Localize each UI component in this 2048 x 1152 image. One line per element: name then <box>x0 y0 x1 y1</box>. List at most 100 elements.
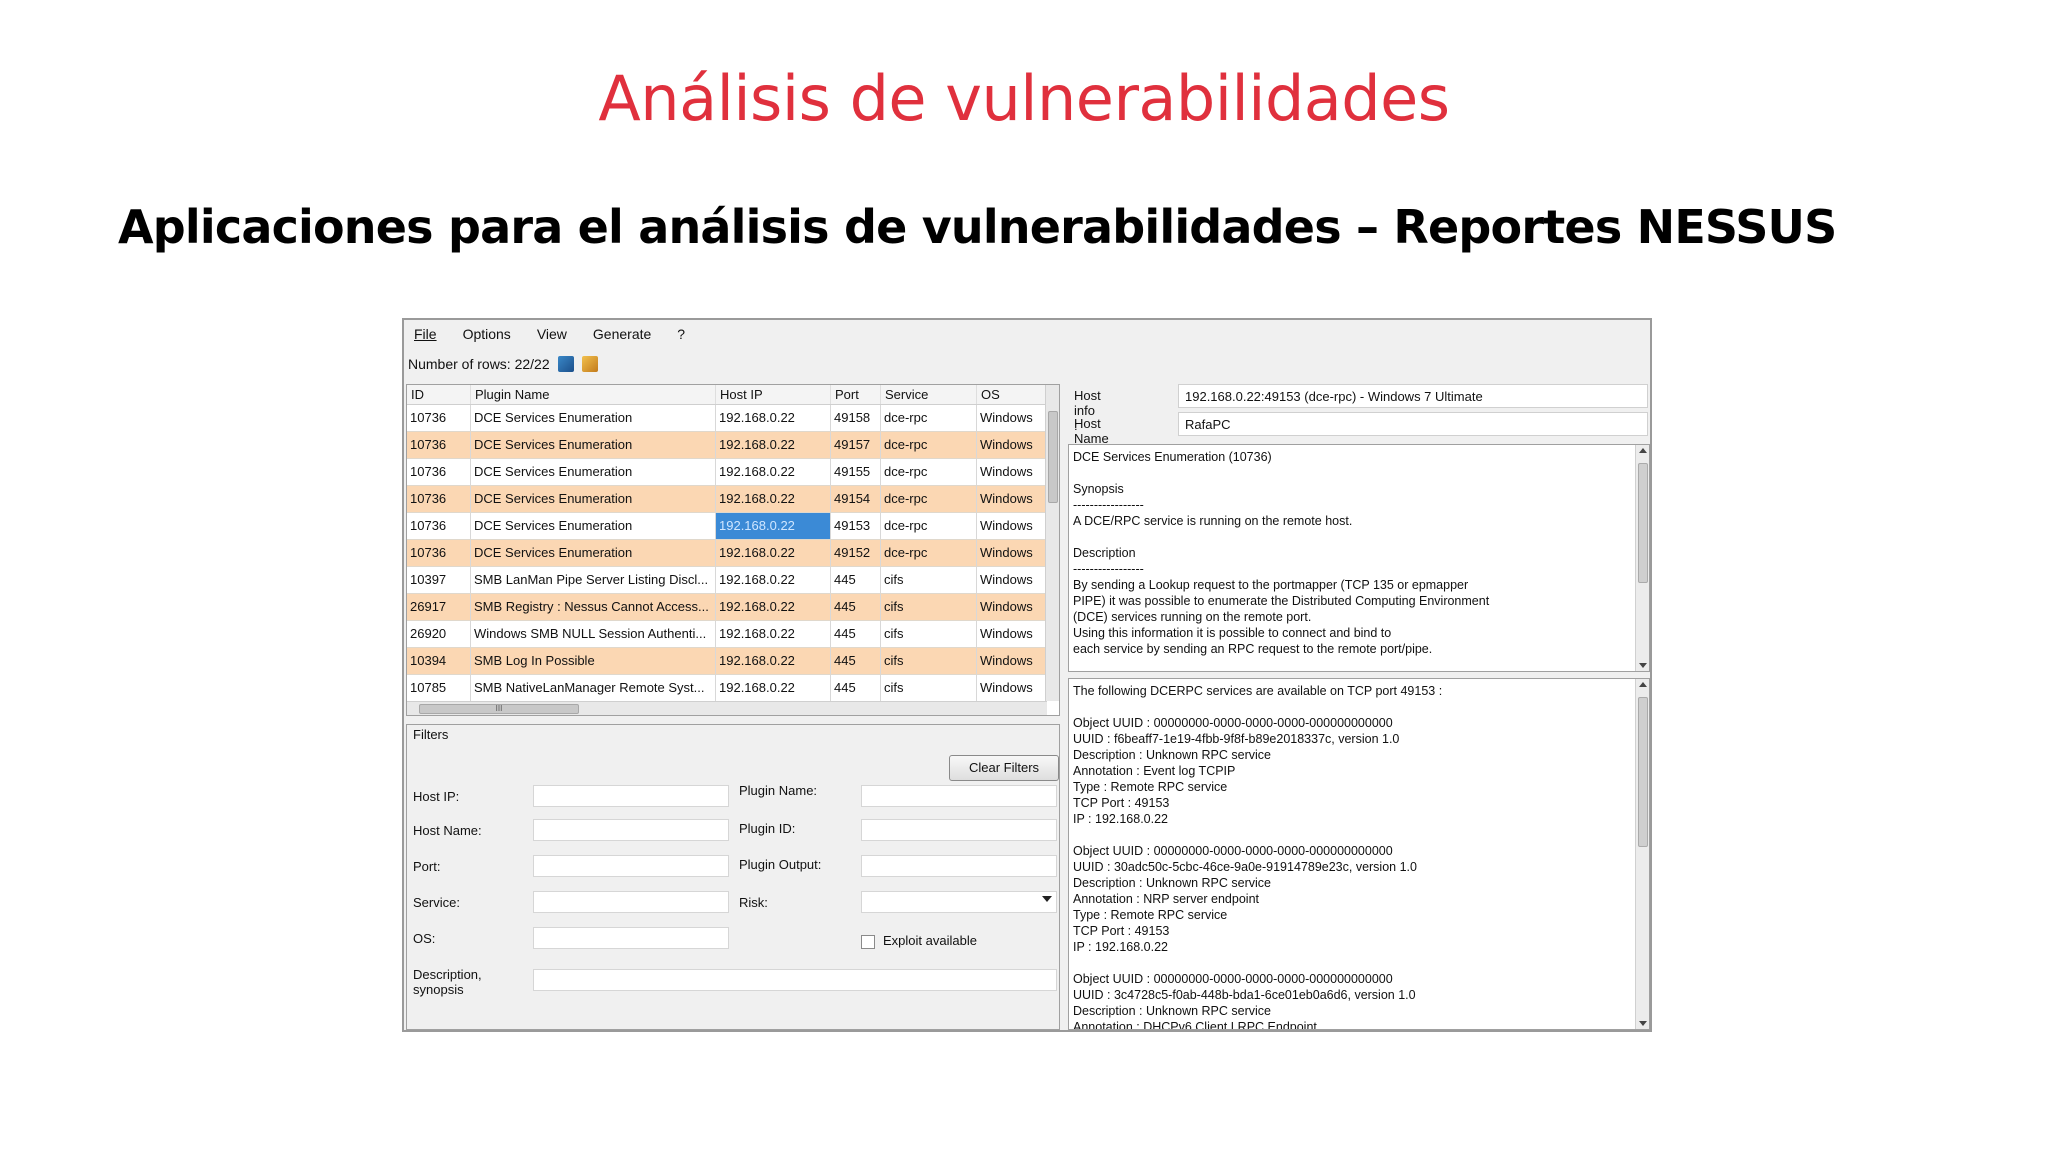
cell-service[interactable]: cifs <box>881 594 977 620</box>
cell-id[interactable]: 26920 <box>407 621 471 647</box>
cell-id[interactable]: 10736 <box>407 432 471 458</box>
cell-port[interactable]: 445 <box>831 621 881 647</box>
column-header-os[interactable]: OS <box>977 385 1047 404</box>
cell-host-ip[interactable]: 192.168.0.22 <box>716 675 831 701</box>
cell-plugin-name[interactable]: Windows SMB NULL Session Authenti... <box>471 621 716 647</box>
column-header-id[interactable]: ID <box>407 385 471 404</box>
port-input[interactable] <box>533 855 729 877</box>
cell-plugin-name[interactable]: DCE Services Enumeration <box>471 540 716 566</box>
table-row[interactable]: 10736 DCE Services Enumeration 192.168.0.2… <box>407 513 1047 540</box>
plugin-description-pane[interactable]: DCE Services Enumeration (10736) Synopsi… <box>1068 444 1650 672</box>
cell-id[interactable]: 10785 <box>407 675 471 701</box>
host-ip-input[interactable] <box>533 785 729 807</box>
column-header-plugin-name[interactable]: Plugin Name <box>471 385 716 404</box>
cell-service[interactable]: cifs <box>881 621 977 647</box>
cell-os[interactable]: Windows <box>977 567 1047 593</box>
cell-host-ip[interactable]: 192.168.0.22 <box>716 594 831 620</box>
menu-file[interactable]: File <box>412 326 439 346</box>
cell-host-ip[interactable]: 192.168.0.22 <box>716 459 831 485</box>
cell-port[interactable]: 49154 <box>831 486 881 512</box>
grid-vertical-scroll-thumb[interactable] <box>1048 411 1058 503</box>
cell-port[interactable]: 49155 <box>831 459 881 485</box>
cell-plugin-name[interactable]: SMB Log In Possible <box>471 648 716 674</box>
table-row[interactable]: 10736 DCE Services Enumeration 192.168.0.2… <box>407 405 1047 432</box>
column-header-port[interactable]: Port <box>831 385 881 404</box>
menu-options[interactable]: Options <box>461 326 513 346</box>
cell-plugin-name[interactable]: DCE Services Enumeration <box>471 486 716 512</box>
cell-plugin-name[interactable]: DCE Services Enumeration <box>471 459 716 485</box>
plugin-output-input[interactable] <box>861 855 1057 877</box>
cell-plugin-name[interactable]: DCE Services Enumeration <box>471 405 716 431</box>
output-scroll-thumb[interactable] <box>1638 697 1648 847</box>
table-row[interactable]: 10397 SMB LanMan Pipe Server Listing Disc… <box>407 567 1047 594</box>
grid-horizontal-scroll-thumb[interactable]: III <box>419 704 579 714</box>
scroll-down-icon[interactable] <box>1639 663 1647 668</box>
cell-plugin-name[interactable]: SMB NativeLanManager Remote Syst... <box>471 675 716 701</box>
menu-view[interactable]: View <box>535 326 569 346</box>
grid-horizontal-scrollbar[interactable]: III <box>407 701 1047 715</box>
output-scrollbar[interactable] <box>1635 679 1649 1029</box>
cell-host-ip[interactable]: 192.168.0.22 <box>716 621 831 647</box>
cell-port[interactable]: 49158 <box>831 405 881 431</box>
cell-service[interactable]: cifs <box>881 675 977 701</box>
exploit-available-checkbox[interactable] <box>861 935 875 949</box>
cell-plugin-name[interactable]: SMB Registry : Nessus Cannot Access... <box>471 594 716 620</box>
cell-service[interactable]: dce-rpc <box>881 513 977 539</box>
cell-service[interactable]: dce-rpc <box>881 432 977 458</box>
cell-id[interactable]: 10736 <box>407 540 471 566</box>
table-row[interactable]: 10394 SMB Log In Possible 192.168.0.22 445 c… <box>407 648 1047 675</box>
table-row[interactable]: 26920 Windows SMB NULL Session Authenti..… <box>407 621 1047 648</box>
scroll-up-icon[interactable] <box>1639 448 1647 453</box>
clear-filters-button[interactable]: Clear Filters <box>949 755 1059 781</box>
cell-os[interactable]: Windows <box>977 594 1047 620</box>
os-input[interactable] <box>533 927 729 949</box>
column-header-service[interactable]: Service <box>881 385 977 404</box>
cell-service[interactable]: cifs <box>881 648 977 674</box>
scroll-up-icon[interactable] <box>1639 682 1647 687</box>
description-scrollbar[interactable] <box>1635 445 1649 671</box>
menu-generate[interactable]: Generate <box>591 326 653 346</box>
cell-plugin-name[interactable]: DCE Services Enumeration <box>471 432 716 458</box>
cell-host-ip[interactable]: 192.168.0.22 <box>716 540 831 566</box>
table-row[interactable]: 26917 SMB Registry : Nessus Cannot Access… <box>407 594 1047 621</box>
cell-plugin-name[interactable]: SMB LanMan Pipe Server Listing Discl... <box>471 567 716 593</box>
table-row[interactable]: 10736 DCE Services Enumeration 192.168.0.2… <box>407 432 1047 459</box>
cell-os[interactable]: Windows <box>977 432 1047 458</box>
host-name-input[interactable] <box>533 819 729 841</box>
plugin-output-pane[interactable]: The following DCERPC services are availa… <box>1068 678 1650 1030</box>
grid-vertical-scrollbar[interactable] <box>1045 385 1059 701</box>
column-header-host-ip[interactable]: Host IP <box>716 385 831 404</box>
table-row[interactable]: 10736 DCE Services Enumeration 192.168.0.2… <box>407 459 1047 486</box>
cell-service[interactable]: dce-rpc <box>881 486 977 512</box>
cell-id[interactable]: 10736 <box>407 459 471 485</box>
table-row[interactable]: 10736 DCE Services Enumeration 192.168.0.2… <box>407 540 1047 567</box>
cell-service[interactable]: dce-rpc <box>881 405 977 431</box>
cell-plugin-name[interactable]: DCE Services Enumeration <box>471 513 716 539</box>
cell-id[interactable]: 10736 <box>407 513 471 539</box>
cell-os[interactable]: Windows <box>977 648 1047 674</box>
clean-icon[interactable] <box>581 356 598 372</box>
risk-select[interactable] <box>861 891 1057 913</box>
cell-os[interactable]: Windows <box>977 486 1047 512</box>
cell-id[interactable]: 10394 <box>407 648 471 674</box>
cell-os[interactable]: Windows <box>977 540 1047 566</box>
cell-port[interactable]: 49157 <box>831 432 881 458</box>
cell-os[interactable]: Windows <box>977 621 1047 647</box>
menu-help[interactable]: ? <box>675 326 687 346</box>
cell-id[interactable]: 26917 <box>407 594 471 620</box>
cell-host-ip[interactable]: 192.168.0.22 <box>716 513 831 539</box>
cell-service[interactable]: cifs <box>881 567 977 593</box>
table-row[interactable]: 10736 DCE Services Enumeration 192.168.0.2… <box>407 486 1047 513</box>
cell-port[interactable]: 49153 <box>831 513 881 539</box>
cell-host-ip[interactable]: 192.168.0.22 <box>716 432 831 458</box>
cell-os[interactable]: Windows <box>977 405 1047 431</box>
table-row[interactable]: 10785 SMB NativeLanManager Remote Syst...… <box>407 675 1047 702</box>
description-synopsis-input[interactable] <box>533 969 1057 991</box>
export-icon[interactable] <box>557 356 574 372</box>
cell-id[interactable]: 10736 <box>407 486 471 512</box>
cell-os[interactable]: Windows <box>977 513 1047 539</box>
description-scroll-thumb[interactable] <box>1638 463 1648 583</box>
cell-port[interactable]: 445 <box>831 567 881 593</box>
cell-os[interactable]: Windows <box>977 459 1047 485</box>
cell-port[interactable]: 445 <box>831 675 881 701</box>
